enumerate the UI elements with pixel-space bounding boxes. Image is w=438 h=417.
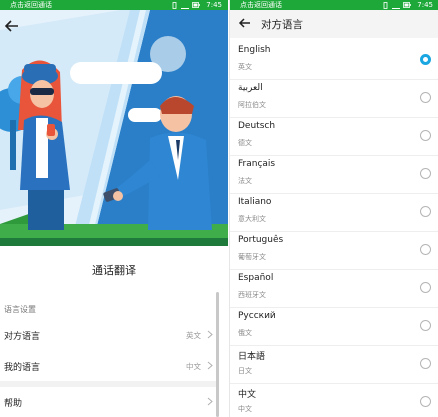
my-language-row[interactable]: 我的语言 中文: [0, 351, 217, 381]
language-chinese-name: 法文: [238, 177, 252, 185]
language-chinese-name: 日文: [238, 367, 252, 375]
language-item[interactable]: Español 西班牙文: [230, 269, 438, 308]
app-bar: 对方语言: [230, 10, 438, 38]
peer-language-label: 对方语言: [4, 332, 41, 342]
status-time: 7:45: [206, 1, 222, 9]
my-language-value: 中文: [186, 362, 201, 371]
language-item[interactable]: English 英文: [230, 41, 438, 80]
language-name: Deutsch: [238, 121, 276, 131]
scrollbar[interactable]: [216, 292, 219, 417]
call-translation-illustration: [0, 10, 228, 246]
chevron-right-icon: [207, 397, 213, 406]
radio-button[interactable]: [420, 282, 431, 293]
language-name: العربية: [238, 83, 263, 93]
peer-language-screen: 点击返回通话 7:45 对方语言 English 英文 العربية 阿拉伯文 Deu…: [229, 0, 438, 417]
battery-icon: [192, 2, 201, 8]
back-arrow-icon[interactable]: [4, 18, 20, 34]
language-name: 日本語: [238, 352, 266, 362]
status-bar[interactable]: 点击返回通话 7:45: [0, 0, 228, 10]
language-name: Italiano: [238, 197, 272, 207]
language-item[interactable]: 日本語 日文: [230, 345, 438, 384]
call-translation-screen: 点击返回通话 7:45 通话翻译 语言设置 对方语言 英文 我的语言 中文 帮助: [0, 0, 228, 417]
signal-icon: [181, 2, 190, 9]
chevron-right-icon: [207, 330, 213, 339]
language-name: English: [238, 45, 271, 55]
radio-button[interactable]: [420, 358, 431, 369]
peer-language-value: 英文: [186, 331, 201, 340]
language-chinese-name: 西班牙文: [238, 291, 266, 299]
language-chinese-name: 意大利文: [238, 215, 266, 223]
status-bar[interactable]: 点击返回通话 7:45: [230, 0, 438, 10]
language-name: Español: [238, 273, 274, 283]
status-time: 7:45: [417, 1, 433, 9]
language-item[interactable]: 中文 中文: [230, 383, 438, 417]
radio-button[interactable]: [420, 130, 431, 141]
language-name: Português: [238, 235, 284, 245]
language-name: Français: [238, 159, 276, 169]
language-chinese-name: 德文: [238, 139, 252, 147]
language-chinese-name: 俄文: [238, 329, 252, 337]
language-item[interactable]: Français 法文: [230, 155, 438, 194]
vibrate-icon: [383, 1, 388, 9]
radio-button[interactable]: [420, 396, 431, 407]
language-chinese-name: 英文: [238, 63, 252, 71]
radio-button[interactable]: [420, 244, 431, 255]
radio-button[interactable]: [420, 206, 431, 217]
language-chinese-name: 葡萄牙文: [238, 253, 266, 261]
language-name: 中文: [238, 390, 257, 400]
vibrate-icon: [172, 1, 177, 9]
radio-button[interactable]: [420, 168, 431, 179]
language-item[interactable]: العربية 阿拉伯文: [230, 79, 438, 118]
language-chinese-name: 中文: [238, 405, 252, 413]
radio-selected[interactable]: [420, 54, 431, 65]
language-item[interactable]: Русский 俄文: [230, 307, 438, 346]
chevron-right-icon: [207, 361, 213, 370]
back-to-call-text[interactable]: 点击返回通话: [240, 0, 282, 10]
page-title: 对方语言: [261, 19, 303, 31]
section-label: 语言设置: [4, 305, 36, 314]
signal-icon: [392, 2, 401, 9]
help-row[interactable]: 帮助: [0, 387, 217, 417]
battery-icon: [403, 2, 412, 8]
radio-button[interactable]: [420, 92, 431, 103]
back-to-call-text[interactable]: 点击返回通话: [10, 0, 52, 10]
help-label: 帮助: [4, 399, 23, 409]
back-arrow-icon[interactable]: [238, 16, 252, 30]
feature-title: 通话翻译: [92, 264, 136, 277]
peer-language-row[interactable]: 对方语言 英文: [0, 320, 217, 350]
language-item[interactable]: Italiano 意大利文: [230, 193, 438, 232]
language-chinese-name: 阿拉伯文: [238, 101, 266, 109]
language-name: Русский: [238, 311, 276, 321]
my-language-label: 我的语言: [4, 363, 41, 373]
radio-button[interactable]: [420, 320, 431, 331]
language-item[interactable]: Deutsch 德文: [230, 117, 438, 156]
language-item[interactable]: Português 葡萄牙文: [230, 231, 438, 270]
